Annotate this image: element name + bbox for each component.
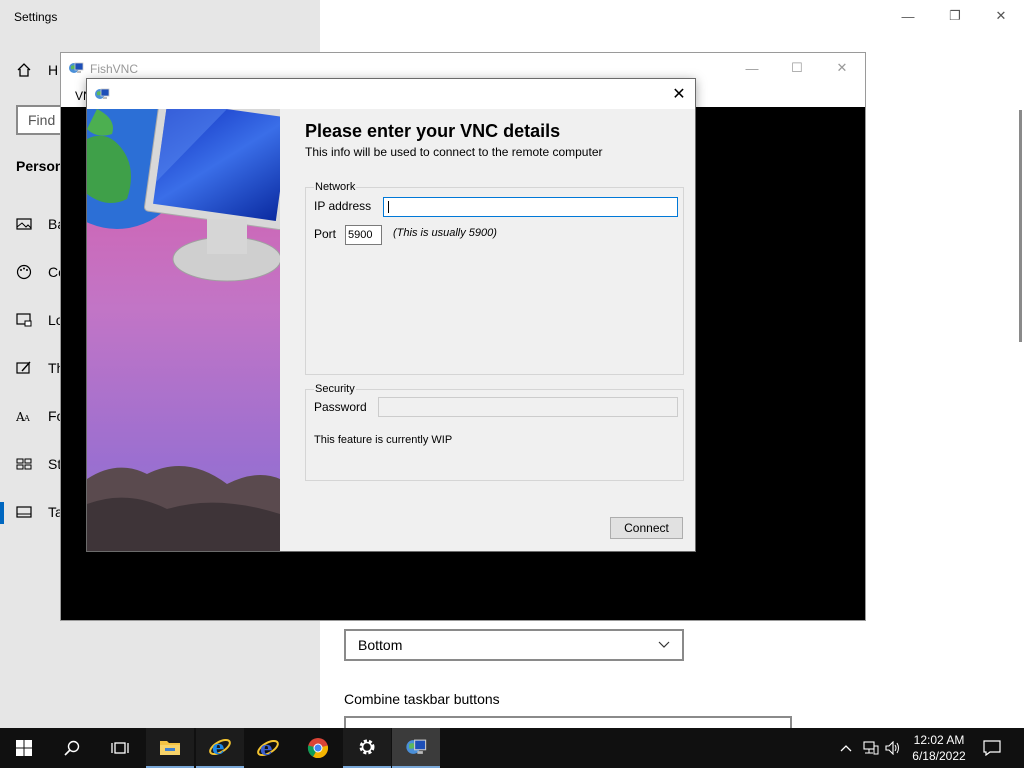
sidebar-item-lock-screen[interactable]: Lo	[16, 312, 64, 328]
settings-icon	[359, 739, 375, 755]
sidebar-item-fonts[interactable]: AA Fo	[16, 408, 64, 424]
clock-time: 12:02 AM	[913, 733, 965, 747]
tray-overflow-chevron[interactable]	[838, 739, 854, 757]
settings-restore-button[interactable]: ❐	[943, 6, 967, 26]
edge-legacy-icon: e	[257, 736, 279, 760]
combine-buttons-label: Combine taskbar buttons	[344, 691, 500, 707]
notification-icon	[983, 740, 1001, 756]
dropdown-value: Bottom	[358, 637, 403, 653]
settings-section-heading: Person	[16, 158, 64, 174]
dialog-titlebar[interactable]: ✕	[87, 79, 695, 109]
dialog-close-button[interactable]: ✕	[667, 83, 691, 105]
sidebar-item-themes[interactable]: Th	[16, 360, 64, 376]
settings-scrollbar[interactable]	[1019, 110, 1022, 342]
start-tiles-icon	[16, 458, 32, 470]
port-label: Port	[314, 227, 337, 241]
ie-icon: e	[209, 735, 231, 759]
dialog-banner-image	[87, 109, 280, 551]
chrome-icon	[307, 738, 329, 759]
taskbar-icon	[16, 506, 32, 518]
taskbar-internet-explorer[interactable]: e	[196, 728, 244, 768]
password-label: Password	[314, 400, 367, 414]
file-explorer-icon	[160, 741, 180, 755]
search-icon	[64, 740, 80, 756]
network-group-title: Network	[314, 181, 357, 193]
action-center-button[interactable]	[982, 739, 1002, 757]
port-hint: (This is usually 5900)	[393, 227, 497, 239]
network-icon	[863, 741, 879, 755]
taskbar-fishvnc[interactable]	[392, 728, 440, 768]
taskbar-file-explorer[interactable]	[146, 728, 194, 768]
password-input	[378, 397, 678, 417]
taskbar-chrome[interactable]	[294, 728, 342, 768]
settings-app-title: Settings	[14, 10, 58, 24]
fishvnc-maximize-button[interactable]: ☐	[782, 58, 812, 78]
sidebar-item-background[interactable]: Ba	[16, 216, 65, 232]
windows-logo-icon	[16, 740, 32, 756]
start-button[interactable]	[0, 728, 48, 768]
settings-home-label: H	[48, 62, 59, 78]
fishvnc-app-icon	[68, 60, 84, 79]
themes-icon	[16, 361, 31, 374]
tray-network[interactable]	[862, 739, 880, 757]
task-view-icon	[111, 742, 129, 754]
svg-text:e: e	[212, 735, 225, 759]
fonts-icon: AA	[16, 410, 30, 424]
fishvnc-minimize-button[interactable]: —	[737, 58, 767, 78]
dialog-subheading: This info will be used to connect to the…	[305, 145, 603, 159]
taskbar: e e 12:02 AM 6/18/2022	[0, 728, 1024, 768]
security-wip-note: This feature is currently WIP	[314, 434, 453, 446]
text-caret	[388, 201, 389, 213]
chevron-down-icon	[658, 641, 670, 648]
home-icon	[17, 63, 31, 77]
search-button[interactable]	[48, 728, 96, 768]
palette-icon	[16, 264, 32, 280]
volume-icon	[885, 741, 899, 755]
ip-address-input[interactable]	[383, 197, 678, 217]
task-view-button[interactable]	[96, 728, 144, 768]
chevron-up-icon	[840, 745, 852, 752]
vnc-connect-dialog: ✕ Please enter your VNC details This inf…	[86, 78, 696, 552]
svg-text:e: e	[260, 736, 273, 760]
fishvnc-icon	[406, 739, 427, 754]
sidebar-item-colors[interactable]: Co	[16, 264, 66, 280]
fishvnc-close-button[interactable]: ✕	[827, 58, 857, 78]
picture-icon	[16, 218, 32, 230]
clock-date: 6/18/2022	[912, 749, 966, 763]
active-item-marker	[0, 502, 4, 524]
svg-text:A: A	[23, 414, 30, 423]
tray-clock[interactable]: 12:02 AM 6/18/2022	[906, 732, 972, 764]
ip-address-label: IP address	[314, 199, 372, 213]
taskbar-settings[interactable]	[343, 728, 391, 768]
security-group-title: Security	[314, 383, 356, 395]
connect-button[interactable]: Connect	[610, 517, 683, 539]
settings-home-link[interactable]: H	[16, 62, 58, 78]
tray-volume[interactable]	[884, 739, 902, 757]
fishvnc-title: FishVNC	[90, 62, 139, 76]
settings-close-button[interactable]: ✕	[989, 6, 1013, 26]
sidebar-item-taskbar[interactable]: Ta	[16, 504, 63, 520]
taskbar-edge-legacy[interactable]: e	[244, 728, 292, 768]
settings-minimize-button[interactable]: —	[896, 6, 920, 26]
port-input[interactable]: 5900	[345, 225, 382, 245]
lock-screen-icon	[16, 313, 32, 327]
fishvnc-dialog-icon	[94, 86, 110, 105]
sidebar-item-start[interactable]: St	[16, 456, 61, 472]
taskbar-location-dropdown[interactable]: Bottom	[344, 629, 684, 661]
dialog-heading: Please enter your VNC details	[305, 121, 561, 141]
